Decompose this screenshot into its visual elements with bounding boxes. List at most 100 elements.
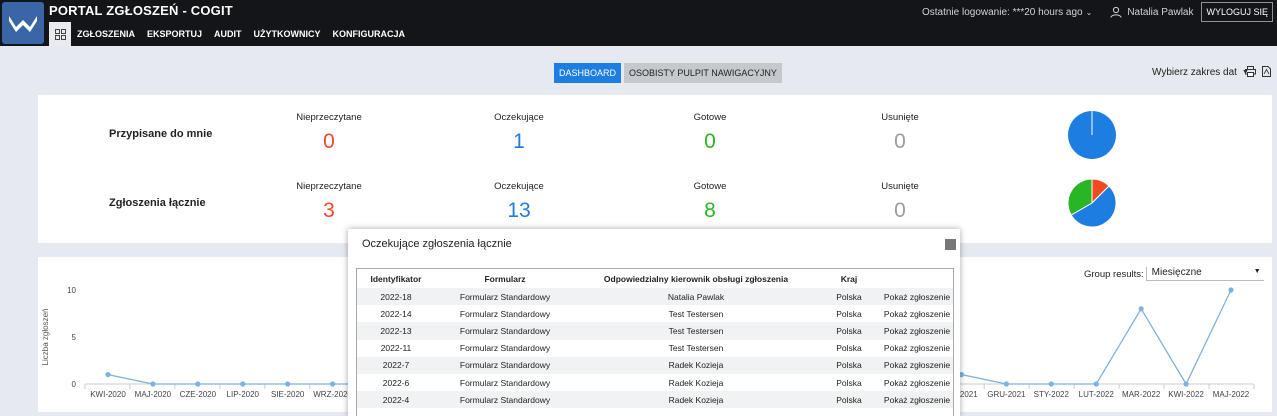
data-point[interactable]: [1228, 287, 1234, 293]
modal-title: Oczekujące zgłoszenia łącznie: [362, 238, 512, 250]
x-tick-label: KWI-2020: [90, 390, 126, 399]
data-point[interactable]: [1183, 381, 1189, 387]
y-tick-label: 0: [72, 380, 77, 389]
assigned-pie-chart[interactable]: [1066, 109, 1118, 161]
tab-dashboard[interactable]: DASHBOARD: [554, 63, 622, 83]
logout-button[interactable]: WYLOGUJ SIĘ: [1201, 2, 1273, 22]
x-tick-label: MAJ-2022: [1213, 390, 1250, 399]
app-title: PORTAL ZGŁOSZEŃ - COGIT: [49, 3, 233, 18]
y-tick-label: 10: [67, 286, 76, 295]
nav-item-audit[interactable]: AUDIT: [208, 22, 248, 46]
show-ticket-link[interactable]: Pokaż zgłoszenie: [881, 340, 953, 357]
pdf-icon[interactable]: [1262, 66, 1271, 77]
cell-id: 2022-14: [380, 308, 412, 319]
show-ticket-link[interactable]: Pokaż zgłoszenie: [881, 305, 953, 322]
logo[interactable]: [2, 2, 44, 44]
data-point[interactable]: [105, 372, 111, 378]
col-header-form[interactable]: Formularz: [435, 269, 575, 288]
row-label-total: Zgłoszenia łącznie: [109, 197, 206, 209]
x-tick-label: LUT-2022: [1079, 390, 1115, 399]
dashboard-home-button[interactable]: [49, 22, 71, 46]
col-header-manager[interactable]: Odpowiedzialny kierownik obsługi zgłosze…: [575, 269, 817, 288]
nav-item-export[interactable]: EKSPORTUJ: [141, 22, 208, 46]
user-icon: [1110, 6, 1122, 18]
date-range-label: Wybierz zakres dat: [1152, 67, 1237, 78]
data-point[interactable]: [285, 381, 291, 387]
show-ticket-link[interactable]: Pokaż zgłoszenie: [881, 357, 953, 374]
show-ticket-link[interactable]: Pokaż zgłoszenie: [881, 288, 953, 305]
cell-id: 2022-13: [380, 325, 412, 336]
cell-id: 2022-6: [382, 377, 410, 388]
y-tick-label: 5: [72, 333, 77, 342]
data-point[interactable]: [1003, 381, 1010, 387]
x-tick-label: SIE-2020: [271, 390, 305, 399]
cell-manager: Test Testersen: [668, 325, 724, 336]
user-name-text: Natalia Pawlak: [1127, 6, 1194, 18]
data-point[interactable]: [1048, 381, 1054, 387]
x-tick-label: STY-2022: [1034, 390, 1070, 399]
last-login-text: Ostatnie logowanie: ***20 hours ago: [921, 6, 1083, 18]
cell-country: Polska: [836, 291, 862, 302]
total-unread-count[interactable]: 3: [269, 199, 389, 223]
data-point[interactable]: [240, 381, 246, 387]
total-pie-chart[interactable]: [1066, 177, 1118, 229]
data-point[interactable]: [1138, 306, 1144, 312]
cell-id: 2022-11: [380, 343, 412, 354]
show-ticket-link[interactable]: Pokaż zgłoszenie: [881, 374, 953, 391]
stat-label-deleted-total: Usunięte: [881, 181, 919, 192]
cell-form: Formularz Standardowy: [459, 325, 551, 336]
total-done-count[interactable]: 8: [650, 199, 770, 223]
nav-item-users[interactable]: UŻYTKOWNICY: [248, 22, 327, 46]
cell-form: Formularz Standardowy: [459, 377, 551, 388]
col-header-id[interactable]: Identyfikator: [357, 269, 435, 288]
x-tick-label: CZE-2020: [180, 390, 217, 399]
data-point[interactable]: [330, 381, 336, 387]
stat-label-done-total: Gotowe: [693, 181, 727, 192]
show-ticket-link[interactable]: Pokaż zgłoszenie: [881, 322, 953, 339]
assigned-unread-count[interactable]: 0: [269, 130, 389, 154]
date-range-dropdown[interactable]: Wybierz zakres dat ▼: [1152, 67, 1249, 78]
nav-item-tickets[interactable]: ZGŁOSZENIA: [71, 22, 141, 46]
cell-manager: Natalia Pawlak: [667, 291, 725, 302]
assigned-pending-count[interactable]: 1: [459, 130, 579, 154]
nav-item-config[interactable]: KONFIGURACJA: [327, 22, 412, 46]
table-row: 2022-18 Formularz Standardowy Natalia Pa…: [357, 288, 953, 306]
cell-manager: Radek Kozieja: [668, 377, 724, 388]
total-pending-count[interactable]: 13: [459, 199, 579, 223]
tab-personal-dashboard[interactable]: OSOBISTY PULPIT NAWIGACYJNY: [624, 63, 782, 83]
chevron-down-icon: ⌄: [1085, 7, 1093, 17]
data-point[interactable]: [1093, 381, 1099, 387]
data-point[interactable]: [195, 381, 201, 387]
table-row: 2022-6 Formularz Standardowy Radek Kozie…: [357, 373, 953, 392]
cell-form: Formularz Standardowy: [459, 360, 551, 371]
table-header-row: Identyfikator Formularz Odpowiedzialny k…: [357, 269, 953, 288]
stat-label-unread: Nieprzeczytane: [296, 112, 362, 123]
cell-country: Polska: [836, 308, 862, 319]
show-ticket-link[interactable]: Pokaż zgłoszenie: [881, 391, 953, 408]
cell-form: Formularz Standardowy: [459, 394, 551, 405]
pending-tickets-modal: Oczekujące zgłoszenia łącznie Identyfika…: [348, 229, 960, 416]
caret-down-icon: ▼: [1253, 268, 1261, 275]
cell-country: Polska: [836, 343, 862, 354]
print-icon[interactable]: [1245, 66, 1256, 77]
user-area: Ostatnie logowanie: ***20 hours ago ⌄ Nat…: [922, 2, 1273, 22]
total-deleted-count[interactable]: 0: [840, 199, 960, 223]
stat-label-deleted: Usunięte: [881, 112, 919, 123]
user-menu[interactable]: Natalia Pawlak: [1110, 6, 1193, 18]
last-login-dropdown[interactable]: Ostatnie logowanie: ***20 hours ago ⌄: [922, 7, 1092, 18]
x-tick-label: LIP-2020: [227, 390, 260, 399]
assigned-deleted-count[interactable]: 0: [840, 130, 960, 154]
x-tick-label: WRZ-2020: [313, 390, 352, 399]
group-results-select[interactable]: Miesięczne ▼: [1145, 267, 1264, 281]
stat-label-done: Gotowe: [693, 112, 727, 123]
assigned-done-count[interactable]: 0: [650, 130, 770, 154]
col-header-country[interactable]: Kraj: [817, 269, 881, 288]
toolbar-icons: [1245, 66, 1271, 77]
cell-manager: Radek Kozieja: [668, 394, 724, 405]
data-point[interactable]: [150, 381, 156, 387]
cell-id: 2022-18: [380, 291, 412, 302]
x-tick-label: MAJ-2020: [135, 390, 172, 399]
modal-close-button[interactable]: [945, 239, 956, 250]
group-results-label: Group results:: [1084, 268, 1144, 280]
stat-label-pending: Oczekujące: [494, 112, 544, 123]
